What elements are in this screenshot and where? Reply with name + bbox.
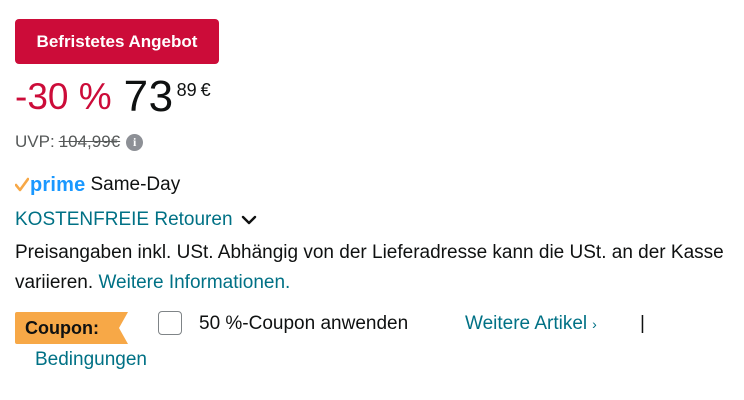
more-items-label[interactable]: Weitere Artikel (465, 311, 587, 337)
list-price-row: UVP: 104,99€ i (15, 131, 144, 153)
prime-delivery-row: prime Same-Day (15, 172, 180, 198)
prime-check-icon (15, 177, 29, 192)
coupon-badge: Coupon: (15, 312, 128, 344)
prime-logo: prime (30, 174, 86, 196)
free-returns-toggle[interactable]: KOSTENFREIE Retouren (15, 207, 259, 233)
coupon-terms-link[interactable]: Bedingungen (35, 347, 147, 373)
price-whole: 73 (123, 72, 174, 121)
coupon-apply-label[interactable]: 50 %-Coupon anwenden (199, 311, 408, 337)
coupon-badge-label: Coupon: (25, 318, 99, 338)
savings-percentage: -30 % (15, 76, 112, 117)
price-currency: € (200, 80, 211, 100)
info-icon[interactable]: i (126, 133, 144, 151)
list-price-value: 104,99€ (58, 132, 121, 151)
chevron-right-icon[interactable]: › (592, 311, 597, 337)
more-items-link[interactable]: Weitere Artikel › (465, 311, 597, 337)
free-returns-link[interactable]: KOSTENFREIE Retouren (15, 208, 233, 232)
price-block: -30 % 73 89 € (15, 72, 211, 124)
more-info-link[interactable]: Weitere Informationen. (98, 272, 290, 293)
limited-deal-badge: Befristetes Angebot (15, 19, 219, 64)
chevron-down-icon[interactable] (239, 210, 259, 230)
delivery-speed: Same-Day (90, 174, 181, 195)
coupon-checkbox[interactable] (158, 311, 182, 335)
price-fraction: 89 (176, 80, 197, 100)
list-price-label: UVP: (15, 132, 55, 151)
tax-notice: Preisangaben inkl. USt. Abhängig von der… (15, 238, 735, 298)
link-separator: | (640, 313, 645, 334)
